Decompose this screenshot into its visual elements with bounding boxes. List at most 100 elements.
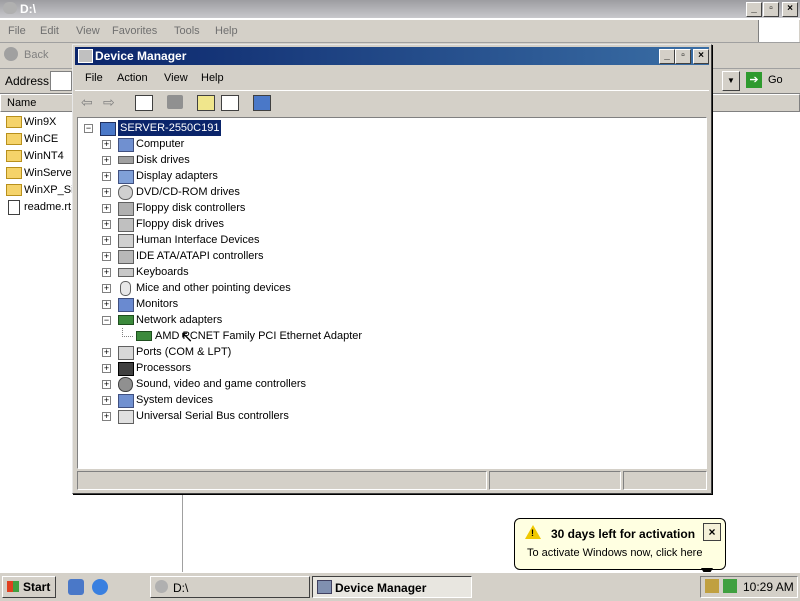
menu-tools[interactable]: Tools <box>174 25 200 37</box>
expand-icon[interactable]: + <box>102 156 111 165</box>
tree-category[interactable]: + Sound, video and game controllers <box>102 376 402 392</box>
maximize-button[interactable]: ▫ <box>675 49 691 64</box>
explorer-title-bar[interactable]: D:\ _ ▫ × <box>0 0 800 18</box>
expand-icon[interactable]: + <box>102 236 111 245</box>
menu-file[interactable]: File <box>85 72 103 84</box>
column-header[interactable] <box>710 94 800 112</box>
taskbar: Start D:\ Device Manager 10:29 AM <box>0 572 800 601</box>
activation-key-icon[interactable] <box>705 579 719 593</box>
scan-hardware-icon[interactable] <box>253 95 271 111</box>
tree-root[interactable]: − SERVER-2550C191 <box>82 120 282 136</box>
tree-category[interactable]: + Mice and other pointing devices <box>102 280 402 296</box>
menu-edit[interactable]: Edit <box>40 25 59 37</box>
menu-help[interactable]: Help <box>215 25 238 37</box>
start-label: Start <box>23 580 51 594</box>
menu-favorites[interactable]: Favorites <box>112 25 157 37</box>
tree-category[interactable]: + DVD/CD-ROM drives <box>102 184 402 200</box>
balloon-close-button[interactable]: × <box>703 523 721 541</box>
category-label: Mice and other pointing devices <box>136 282 291 294</box>
category-label: Monitors <box>136 298 179 310</box>
print-icon[interactable] <box>167 95 183 109</box>
expand-icon[interactable]: + <box>102 396 111 405</box>
balloon-message[interactable]: To activate Windows now, click here <box>527 547 702 559</box>
status-pane <box>77 471 487 490</box>
expand-icon[interactable]: + <box>102 172 111 181</box>
expand-icon[interactable]: + <box>102 220 111 229</box>
minimize-button[interactable]: _ <box>659 49 675 64</box>
tree-category[interactable]: + Human Interface Devices <box>102 232 402 248</box>
maximize-button[interactable]: ▫ <box>763 2 779 17</box>
back-button[interactable]: Back <box>4 47 68 63</box>
quicklaunch-desktop-icon[interactable] <box>68 579 84 595</box>
menu-help[interactable]: Help <box>201 72 224 84</box>
processor-icon <box>118 362 134 376</box>
expand-icon[interactable]: + <box>102 188 111 197</box>
close-button[interactable]: × <box>693 49 709 64</box>
menu-view[interactable]: View <box>164 72 188 84</box>
tree-category[interactable]: + Monitors <box>102 296 402 312</box>
menu-action[interactable]: Action <box>117 72 148 84</box>
expand-icon[interactable]: + <box>102 364 111 373</box>
expand-icon[interactable]: + <box>102 268 111 277</box>
device-manager-toolbar: ⇦ ⇨ <box>75 90 709 115</box>
tree-category[interactable]: + Processors <box>102 360 402 376</box>
sound-icon <box>118 377 133 392</box>
tree-category[interactable]: + Computer <box>102 136 402 152</box>
category-label: Floppy disk controllers <box>136 202 246 214</box>
tree-category[interactable]: + Keyboards <box>102 264 402 280</box>
activation-balloon[interactable]: ! 30 days left for activation × To activ… <box>514 518 726 578</box>
category-label: Computer <box>136 138 185 150</box>
tree-category[interactable]: + Disk drives <box>102 152 402 168</box>
device-manager-title: Device Manager <box>95 49 187 63</box>
tree-device[interactable]: AMD PCNET Family PCI Ethernet Adapter <box>122 328 442 344</box>
status-pane <box>623 471 707 490</box>
quicklaunch-ie-icon[interactable] <box>92 579 108 595</box>
address-dropdown-button[interactable]: ▼ <box>722 71 740 91</box>
tree-category[interactable]: + Universal Serial Bus controllers <box>102 408 402 424</box>
taskbar-window-device-manager[interactable]: Device Manager <box>312 576 472 598</box>
expand-icon[interactable]: + <box>102 284 111 293</box>
network-adapter-icon <box>118 315 134 325</box>
tree-category[interactable]: + System devices <box>102 392 402 408</box>
windows-logo-icon <box>758 20 799 42</box>
clock[interactable]: 10:29 AM <box>743 580 794 594</box>
mouse-cursor-icon: ↖ <box>180 329 194 346</box>
expand-icon[interactable]: + <box>102 412 111 421</box>
close-button[interactable]: × <box>782 2 798 17</box>
go-button[interactable]: ➔ Go <box>744 71 796 89</box>
expand-icon[interactable]: + <box>102 348 111 357</box>
show-hide-console-tree-icon[interactable] <box>135 95 153 111</box>
menu-view[interactable]: View <box>76 25 100 37</box>
minimize-button[interactable]: _ <box>746 2 762 17</box>
windows-flag-icon <box>7 581 19 592</box>
system-device-icon <box>118 394 134 408</box>
collapse-icon[interactable]: − <box>102 316 111 325</box>
tree-category[interactable]: + Floppy disk controllers <box>102 200 402 216</box>
start-button[interactable]: Start <box>2 576 56 598</box>
taskbar-window-explorer[interactable]: D:\ <box>150 576 310 598</box>
expand-icon[interactable]: + <box>102 204 111 213</box>
network-tray-icon[interactable] <box>723 579 737 593</box>
explorer-menu-bar: File Edit View Favorites Tools Help <box>0 20 800 43</box>
tree-connector <box>122 328 133 337</box>
expand-icon[interactable]: + <box>102 380 111 389</box>
expand-icon[interactable]: + <box>102 300 111 309</box>
collapse-icon[interactable]: − <box>84 124 93 133</box>
tree-category[interactable]: + IDE ATA/ATAPI controllers <box>102 248 402 264</box>
computer-icon <box>118 138 134 152</box>
tree-category[interactable]: + Floppy disk drives <box>102 216 402 232</box>
address-input[interactable] <box>50 71 72 91</box>
tree-category[interactable]: − Network adapters <box>102 312 402 328</box>
expand-icon[interactable]: + <box>102 140 111 149</box>
root-label: SERVER-2550C191 <box>118 120 222 136</box>
tree-category[interactable]: + Display adapters <box>102 168 402 184</box>
device-manager-title-bar[interactable]: Device Manager _ ▫ × <box>75 47 709 65</box>
expand-icon[interactable]: + <box>102 252 111 261</box>
go-arrow-icon: ➔ <box>746 72 762 88</box>
tree-category[interactable]: + Ports (COM & LPT) <box>102 344 402 360</box>
menu-file[interactable]: File <box>8 25 26 37</box>
properties-icon[interactable] <box>197 95 215 111</box>
help-icon[interactable] <box>221 95 239 111</box>
back-arrow-icon[interactable]: ⇦ <box>81 95 97 109</box>
forward-arrow-icon[interactable]: ⇨ <box>103 95 119 109</box>
